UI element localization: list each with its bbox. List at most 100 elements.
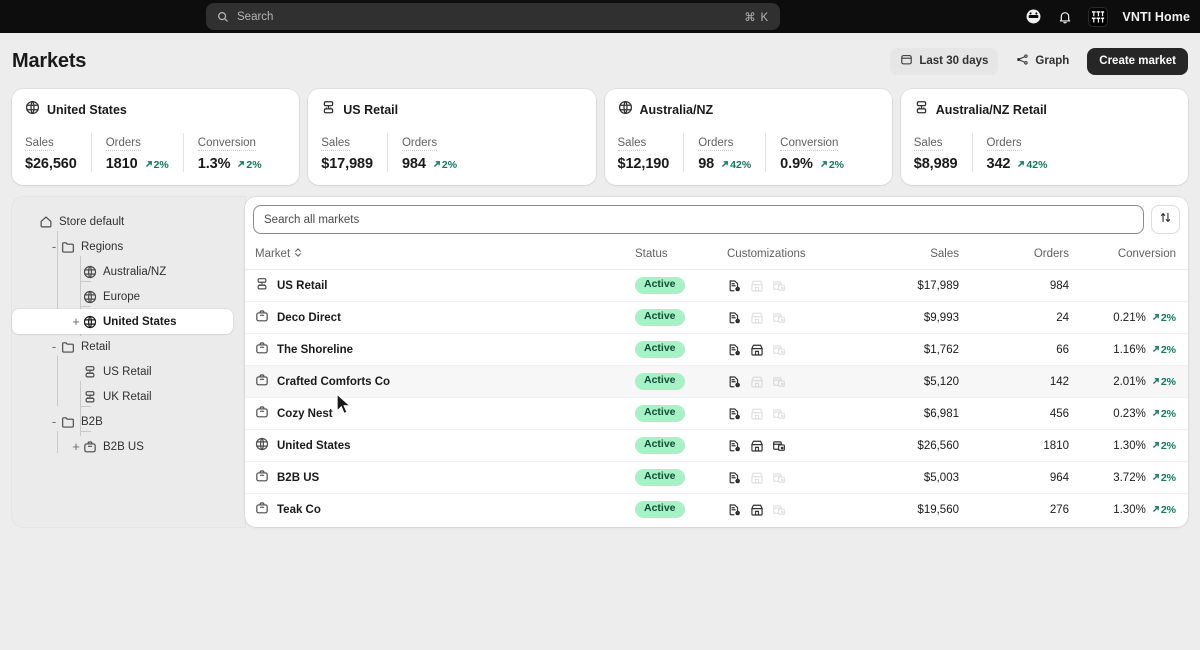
tree-item-us-retail[interactable]: US Retail [12, 359, 245, 384]
top-navigation-bar: Search ⌘ K VNTI Home [0, 0, 1200, 33]
storefront-icon[interactable] [749, 438, 764, 453]
page-edit-icon[interactable] [727, 406, 742, 421]
tree-item-b2b-us[interactable]: + B2B US [12, 434, 245, 459]
page-edit-icon[interactable] [727, 342, 742, 357]
segment-icon [914, 100, 929, 120]
conversion-delta: 2% [1152, 312, 1176, 324]
table-header-row: Market Status Customizations Sales Order… [245, 241, 1188, 270]
arrow-up-right-icon [1152, 440, 1160, 452]
cell-sales: $17,989 [857, 269, 967, 302]
window-panel-icon[interactable] [771, 342, 786, 357]
expand-toggle-icon[interactable]: + [70, 315, 82, 328]
table-row[interactable]: United States Active $26,560 1810 1.30% … [245, 429, 1188, 462]
page-edit-icon[interactable] [727, 374, 742, 389]
collapse-toggle-icon[interactable]: - [48, 240, 60, 253]
cell-status: Active [635, 301, 727, 334]
inbox-icon[interactable] [1024, 8, 1042, 26]
table-row[interactable]: Deco Direct Active $9,993 24 0.21% 2% [245, 301, 1188, 334]
window-panel-icon[interactable] [771, 374, 786, 389]
cell-customizations [727, 461, 857, 494]
cell-status: Active [635, 429, 727, 462]
graph-button[interactable]: Graph [1006, 47, 1080, 75]
markets-search-input[interactable]: Search all markets [253, 205, 1144, 234]
table-row[interactable]: Teak Co Active $19,560 276 1.30% 2% [245, 494, 1188, 526]
tree-item-uk-retail[interactable]: UK Retail [12, 384, 245, 409]
cell-status: Active [635, 461, 727, 494]
cell-orders: 984 [967, 269, 1077, 302]
briefcase-icon [255, 501, 269, 518]
window-panel-icon[interactable] [771, 502, 786, 517]
page-header: Markets Last 30 days Graph Create market [0, 33, 1200, 89]
conversion-value: 1.30% [1113, 439, 1146, 452]
column-header-market[interactable]: Market [245, 241, 635, 270]
tree-item-label: US Retail [103, 365, 152, 378]
storefront-icon[interactable] [749, 374, 764, 389]
table-row[interactable]: Crafted Comforts Co Active $5,120 142 2.… [245, 365, 1188, 398]
window-panel-icon[interactable] [771, 438, 786, 453]
cell-sales: $5,003 [857, 461, 967, 494]
page-edit-icon[interactable] [727, 310, 742, 325]
arrow-up-right-icon [1152, 504, 1160, 516]
sort-button[interactable] [1151, 205, 1180, 234]
storefront-icon[interactable] [749, 278, 764, 293]
tree-item-europe[interactable]: Europe [12, 284, 245, 309]
metric-label: Orders [698, 137, 734, 151]
page-edit-icon[interactable] [727, 470, 742, 485]
collapse-toggle-icon[interactable]: - [48, 340, 60, 353]
storefront-icon[interactable] [749, 502, 764, 517]
cell-orders: 142 [967, 365, 1077, 398]
expand-toggle-icon[interactable]: + [70, 440, 82, 453]
market-name: Teak Co [277, 503, 321, 516]
briefcase-icon [255, 341, 269, 358]
window-panel-icon[interactable] [771, 470, 786, 485]
bell-icon[interactable] [1056, 8, 1074, 26]
tree-item-store-default[interactable]: Store default [12, 209, 245, 234]
arrow-up-right-icon [820, 159, 828, 171]
date-range-button[interactable]: Last 30 days [890, 47, 999, 75]
status-badge: Active [635, 437, 685, 454]
conversion-delta: 2% [1152, 376, 1176, 388]
search-shortcut-hint: ⌘ K [744, 11, 769, 24]
markets-table: Market Status Customizations Sales Order… [245, 241, 1188, 526]
table-row[interactable]: Cozy Nest Active $6,981 456 0.23% 2% [245, 397, 1188, 430]
storefront-icon[interactable] [749, 342, 764, 357]
tree-item-regions[interactable]: - Regions [12, 234, 245, 259]
window-panel-icon[interactable] [771, 310, 786, 325]
market-name: Crafted Comforts Co [277, 375, 391, 388]
tree-item-b2b[interactable]: - B2B [12, 409, 245, 434]
table-row[interactable]: US Retail Active $17,989 984 [245, 269, 1188, 302]
tree-item-australia-nz[interactable]: Australia/NZ [12, 259, 245, 284]
global-search-box[interactable]: Search ⌘ K [206, 3, 780, 30]
cell-status: Active [635, 269, 727, 302]
metric-value: $26,560 [25, 156, 77, 172]
storefront-icon[interactable] [749, 310, 764, 325]
page-edit-icon[interactable] [727, 278, 742, 293]
cell-conversion: 1.16% 2% [1077, 333, 1188, 366]
collapse-toggle-icon[interactable]: - [48, 415, 60, 428]
markets-table-body: US Retail Active $17,989 984 Deco Direct… [245, 269, 1188, 526]
store-logo-icon[interactable] [1088, 6, 1109, 27]
table-row[interactable]: B2B US Active $5,003 964 3.72% 2% [245, 461, 1188, 494]
tree-item-united-states[interactable]: + United States [12, 309, 233, 334]
cell-market: B2B US [245, 461, 635, 494]
storefront-icon[interactable] [749, 406, 764, 421]
date-range-label: Last 30 days [919, 55, 989, 67]
page-edit-icon[interactable] [727, 438, 742, 453]
status-badge: Active [635, 373, 685, 390]
metric-card-header: Australia/NZ [618, 100, 879, 120]
cell-orders: 276 [1049, 503, 1069, 516]
tree-item-retail[interactable]: - Retail [12, 334, 245, 359]
cell-conversion: 1.30% 2% [1077, 494, 1188, 526]
table-row[interactable]: The Shoreline Active $1,762 66 1.16% 2% [245, 333, 1188, 366]
tree-item-label: Europe [103, 290, 141, 303]
store-name-label[interactable]: VNTI Home [1122, 10, 1190, 24]
cell-status: Active [635, 365, 727, 398]
window-panel-icon[interactable] [771, 278, 786, 293]
window-panel-icon[interactable] [771, 406, 786, 421]
tree-item-label: Store default [59, 215, 125, 228]
page-edit-icon[interactable] [727, 502, 742, 517]
create-market-button[interactable]: Create market [1087, 47, 1188, 75]
storefront-icon[interactable] [749, 470, 764, 485]
